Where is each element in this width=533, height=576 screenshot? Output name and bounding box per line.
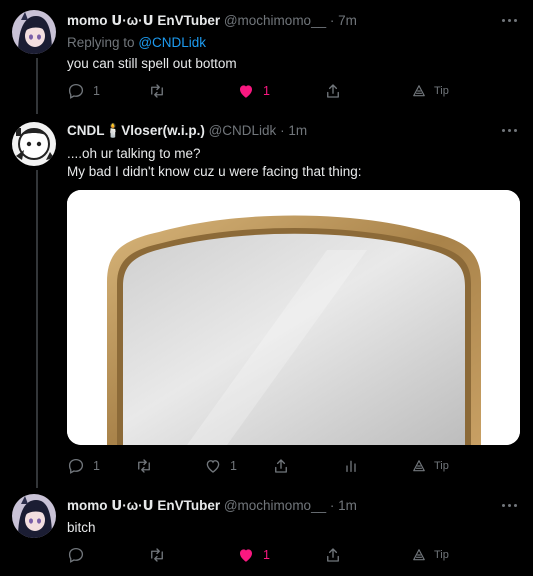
retweet-button[interactable] (147, 545, 175, 565)
tip-label: Tip (434, 549, 449, 561)
tweet-actions: 1 Tip (67, 545, 467, 565)
separator-dot: · (329, 498, 335, 513)
analytics-icon (346, 460, 356, 472)
tweet-header: CNDL🕯️Vloser(w.i.p.) @CNDLidk · 1m (67, 122, 513, 140)
retweet-icon (151, 548, 163, 562)
display-name[interactable]: momo ᑌ·ω·ᑌ EnVTuber (67, 498, 220, 513)
reply-count: 1 (93, 459, 100, 473)
replying-to: Replying to @CNDLidk (67, 34, 206, 52)
retweet-icon (151, 84, 163, 98)
reply-button[interactable]: 1 (67, 456, 100, 476)
tip-button[interactable]: Tip (412, 81, 449, 101)
tip-button[interactable]: Tip (412, 545, 449, 565)
replying-mention-link[interactable]: @CNDLidk (138, 35, 206, 50)
media-image[interactable] (67, 190, 520, 445)
share-button[interactable] (272, 456, 290, 476)
tip-icon (413, 85, 425, 97)
avatar[interactable] (12, 494, 56, 538)
more-options-icon[interactable] (501, 16, 519, 26)
reply-button[interactable]: 1 (67, 81, 100, 101)
tweet-actions: 1 1 Tip (67, 456, 467, 476)
display-name[interactable]: CNDL🕯️Vloser(w.i.p.) (67, 123, 205, 138)
reply-icon (68, 547, 84, 563)
share-button[interactable] (324, 81, 342, 101)
tweet-header: momo ᑌ·ω·ᑌ EnVTuber @mochimomo__ · 7m (67, 12, 513, 30)
share-icon (327, 84, 339, 98)
tweet[interactable]: momo ᑌ·ω·ᑌ EnVTuber @mochimomo__ · 1m bi… (0, 487, 533, 576)
tweet-text: bitch (67, 520, 96, 535)
tip-icon (413, 549, 425, 561)
display-name[interactable]: momo ᑌ·ω·ᑌ EnVTuber (67, 13, 220, 28)
retweet-button[interactable] (134, 456, 162, 476)
retweet-button[interactable] (147, 81, 175, 101)
tweet-actions: 1 1 Tip (67, 81, 467, 101)
tip-button[interactable]: Tip (412, 456, 449, 476)
like-count: 1 (263, 84, 270, 98)
like-button[interactable]: 1 (237, 545, 270, 565)
heart-filled-icon (240, 549, 252, 562)
like-button[interactable]: 1 (237, 81, 270, 101)
tweet[interactable]: momo ᑌ·ω·ᑌ EnVTuber @mochimomo__ · 7m Re… (0, 0, 533, 115)
share-icon (275, 459, 287, 473)
reply-icon (68, 458, 84, 474)
more-options-icon[interactable] (501, 126, 519, 136)
user-handle[interactable]: @mochimomo__ (224, 498, 326, 513)
avatar[interactable] (12, 10, 56, 54)
timestamp[interactable]: 1m (288, 123, 307, 138)
timestamp[interactable]: 7m (338, 13, 357, 28)
separator-dot: · (329, 13, 335, 28)
more-options-icon[interactable] (501, 501, 519, 511)
like-count: 1 (263, 548, 270, 562)
mirror-photo (67, 190, 520, 445)
analytics-button[interactable] (343, 456, 359, 476)
user-handle[interactable]: @mochimomo__ (224, 13, 326, 28)
tip-label: Tip (434, 85, 449, 97)
share-button[interactable] (324, 545, 342, 565)
replying-prefix: Replying to (67, 35, 135, 50)
timestamp[interactable]: 1m (338, 498, 357, 513)
user-handle[interactable]: @CNDLidk (209, 123, 277, 138)
heart-filled-icon (240, 85, 252, 98)
tweet-header: momo ᑌ·ω·ᑌ EnVTuber @mochimomo__ · 1m (67, 497, 513, 515)
share-icon (327, 548, 339, 562)
reply-button[interactable] (67, 545, 93, 565)
retweet-icon (138, 459, 150, 473)
tweet[interactable]: CNDL🕯️Vloser(w.i.p.) @CNDLidk · 1m ....o… (0, 115, 533, 487)
like-count: 1 (230, 459, 237, 473)
separator-dot: · (280, 123, 285, 138)
tweet-text-line: ....oh ur talking to me? (67, 146, 201, 161)
tip-icon (413, 460, 425, 472)
heart-outline-icon (206, 460, 220, 473)
avatar[interactable] (12, 122, 56, 166)
tip-label: Tip (434, 460, 449, 472)
tweet-text-line: My bad I didn't know cuz u were facing t… (67, 164, 362, 179)
reply-count: 1 (93, 84, 100, 98)
tweet-text: you can still spell out bottom (67, 56, 237, 71)
reply-icon (68, 83, 84, 99)
like-button[interactable]: 1 (204, 456, 237, 476)
